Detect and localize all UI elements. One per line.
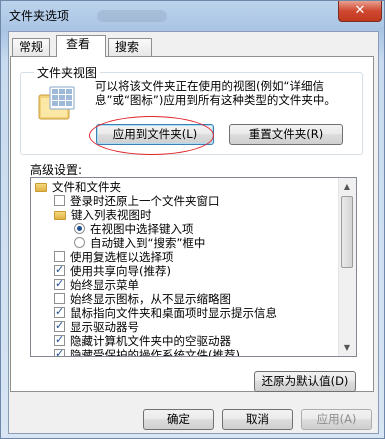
folder-views-description: 可以将该文件夹正在使用的视图(例如“详细信息”或“图标”)应用到所有这种类型的文… <box>95 79 336 107</box>
checkbox[interactable] <box>54 305 65 319</box>
option-hide-empty-drives[interactable]: 隐藏计算机文件夹中的空驱动器 <box>54 333 231 348</box>
option-type-into-search-box[interactable]: 自动键入到“搜索”框中 <box>74 236 205 250</box>
vertical-scrollbar[interactable]: ▲ ▼ <box>338 178 356 356</box>
tree-item-label: 键入列表视图时 <box>71 208 152 222</box>
folder-icon <box>54 211 66 220</box>
option-use-sharing-wizard[interactable]: 使用共享向导(推荐) <box>54 263 171 278</box>
ok-button[interactable]: 确定 <box>143 409 214 430</box>
tab-search[interactable]: 搜索 <box>108 38 152 56</box>
option-label: 始终显示图标，从不显示缩略图 <box>70 292 231 306</box>
scroll-up-arrow-icon[interactable]: ▲ <box>339 178 355 195</box>
option-hide-protected-os-files[interactable]: 隐藏受保护的操作系统文件(推荐) <box>54 347 240 357</box>
option-label: 在视图中选择键入项 <box>90 222 194 236</box>
option-always-show-menus[interactable]: 始终显示菜单 <box>54 277 139 292</box>
radio-button[interactable] <box>74 237 85 248</box>
tree-folder-typing-in-list-view: 键入列表视图时 <box>54 208 152 222</box>
option-label: 隐藏受保护的操作系统文件(推荐) <box>70 348 240 357</box>
advanced-settings-list[interactable]: 文件和文件夹 登录时还原上一个文件夹窗口 键入列表视图时 在视图中选择键入项 自… <box>30 177 357 357</box>
blurred-title-text <box>97 10 167 22</box>
restore-defaults-button[interactable]: 还原为默认值(D) <box>254 371 356 392</box>
apply-label: 应用(A) <box>316 412 357 426</box>
option-show-drive-letters[interactable]: 显示驱动器号 <box>54 319 139 334</box>
restore-defaults-label: 还原为默认值(D) <box>261 374 349 388</box>
checkbox[interactable] <box>54 319 65 333</box>
checkbox[interactable] <box>54 277 65 291</box>
option-label: 鼠标指向文件夹和桌面项时显示提示信息 <box>70 306 277 320</box>
apply-button[interactable]: 应用(A) <box>301 409 372 430</box>
window-title: 文件夹选项 <box>9 9 70 23</box>
close-icon: ✕ <box>354 3 366 18</box>
checkbox[interactable] <box>54 333 65 347</box>
annotation-red-ellipse <box>89 116 214 155</box>
tree-item-label: 文件和文件夹 <box>52 180 121 194</box>
checkbox[interactable] <box>54 251 65 262</box>
tab-general[interactable]: 常规 <box>12 38 50 56</box>
title-bar[interactable]: 文件夹选项 ✕ <box>1 1 385 31</box>
option-select-typed-item[interactable]: 在视图中选择键入项 <box>74 222 194 236</box>
option-label: 使用共享向导(推荐) <box>70 264 171 278</box>
option-always-show-icons[interactable]: 始终显示图标，从不显示缩略图 <box>54 292 231 306</box>
checkbox[interactable] <box>54 195 65 206</box>
option-use-check-boxes[interactable]: 使用复选框以选择项 <box>54 250 174 264</box>
option-label: 自动键入到“搜索”框中 <box>90 236 206 250</box>
scrollbar-thumb[interactable] <box>341 196 353 268</box>
checkbox[interactable] <box>54 347 65 356</box>
ok-label: 确定 <box>167 412 190 426</box>
folder-icon <box>35 183 47 192</box>
close-button[interactable]: ✕ <box>338 1 382 22</box>
cancel-button[interactable]: 取消 <box>222 409 293 430</box>
cancel-label: 取消 <box>246 412 269 426</box>
tab-search-label: 搜索 <box>115 40 140 54</box>
radio-button[interactable] <box>74 223 85 234</box>
option-show-pop-up-description[interactable]: 鼠标指向文件夹和桌面项时显示提示信息 <box>54 305 277 320</box>
tree-folder-files-and-folders: 文件和文件夹 <box>35 180 121 194</box>
folder-views-title: 文件夹视图 <box>34 64 101 81</box>
tab-view[interactable]: 查看 <box>56 35 106 57</box>
advanced-settings-label: 高级设置: <box>30 163 83 177</box>
reset-folders-label: 重置文件夹(R) <box>248 127 324 141</box>
scroll-down-arrow-icon[interactable]: ▼ <box>339 339 355 356</box>
folder-view-icon <box>38 86 75 120</box>
option-label: 显示驱动器号 <box>70 320 139 334</box>
reset-folders-button[interactable]: 重置文件夹(R) <box>229 124 343 145</box>
option-restore-previous-windows[interactable]: 登录时还原上一个文件夹窗口 <box>54 194 220 208</box>
checkbox[interactable] <box>54 263 65 277</box>
option-label: 隐藏计算机文件夹中的空驱动器 <box>70 334 231 348</box>
tab-general-label: 常规 <box>19 40 44 54</box>
tab-view-label: 查看 <box>66 37 91 51</box>
checkbox[interactable] <box>54 293 65 304</box>
option-label: 始终显示菜单 <box>70 278 139 292</box>
option-label: 登录时还原上一个文件夹窗口 <box>70 194 220 208</box>
option-label: 使用复选框以选择项 <box>70 250 174 264</box>
